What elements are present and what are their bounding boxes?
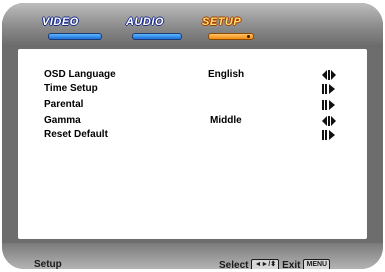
exit-label: Exit — [282, 259, 301, 270]
menu-item-osd-language[interactable]: OSD Language English — [18, 69, 367, 83]
tab-video-label: VIDEO — [42, 16, 79, 28]
menu-item-reset-default[interactable]: Reset Default — [18, 129, 367, 143]
status-bar: Setup Select ◄►/⬍ Exit MENU — [2, 243, 383, 269]
left-right-icon[interactable] — [322, 70, 336, 80]
status-title: Setup — [34, 259, 62, 269]
tab-setup[interactable]: SETUP — [202, 14, 260, 40]
tab-setup-dot — [247, 35, 250, 38]
menu-item-value: English — [208, 69, 245, 80]
menu-panel: OSD Language English Time Setup Parental — [18, 49, 367, 239]
tab-video[interactable]: VIDEO — [42, 14, 108, 40]
menu-item-label: Reset Default — [44, 129, 108, 140]
menu-item-time-setup[interactable]: Time Setup — [18, 83, 367, 97]
key-hints: Select ◄►/⬍ Exit MENU — [219, 259, 331, 270]
menu-item-label: Parental — [44, 99, 84, 110]
menu-item-label: OSD Language — [44, 69, 116, 80]
tab-audio-underline — [132, 33, 182, 40]
tab-video-underline — [48, 33, 102, 40]
left-right-icon[interactable] — [322, 116, 336, 126]
tab-audio-label: AUDIO — [126, 16, 164, 28]
right-icon[interactable] — [322, 100, 336, 110]
tab-audio[interactable]: AUDIO — [126, 14, 188, 40]
tab-setup-label: SETUP — [202, 16, 242, 28]
select-label: Select — [219, 259, 249, 270]
menu-item-label: Time Setup — [44, 83, 98, 94]
osd-frame: VIDEO AUDIO SETUP OSD Language English T… — [2, 3, 383, 269]
select-key: ◄►/⬍ — [251, 259, 280, 269]
right-icon[interactable] — [322, 130, 336, 140]
menu-item-parental[interactable]: Parental — [18, 99, 367, 113]
menu-item-label: Gamma — [44, 115, 81, 126]
menu-item-value: Middle — [210, 115, 242, 126]
exit-key: MENU — [303, 259, 331, 269]
tab-bar: VIDEO AUDIO SETUP — [2, 3, 383, 47]
right-icon[interactable] — [322, 84, 336, 94]
menu-item-gamma[interactable]: Gamma Middle — [18, 115, 367, 129]
